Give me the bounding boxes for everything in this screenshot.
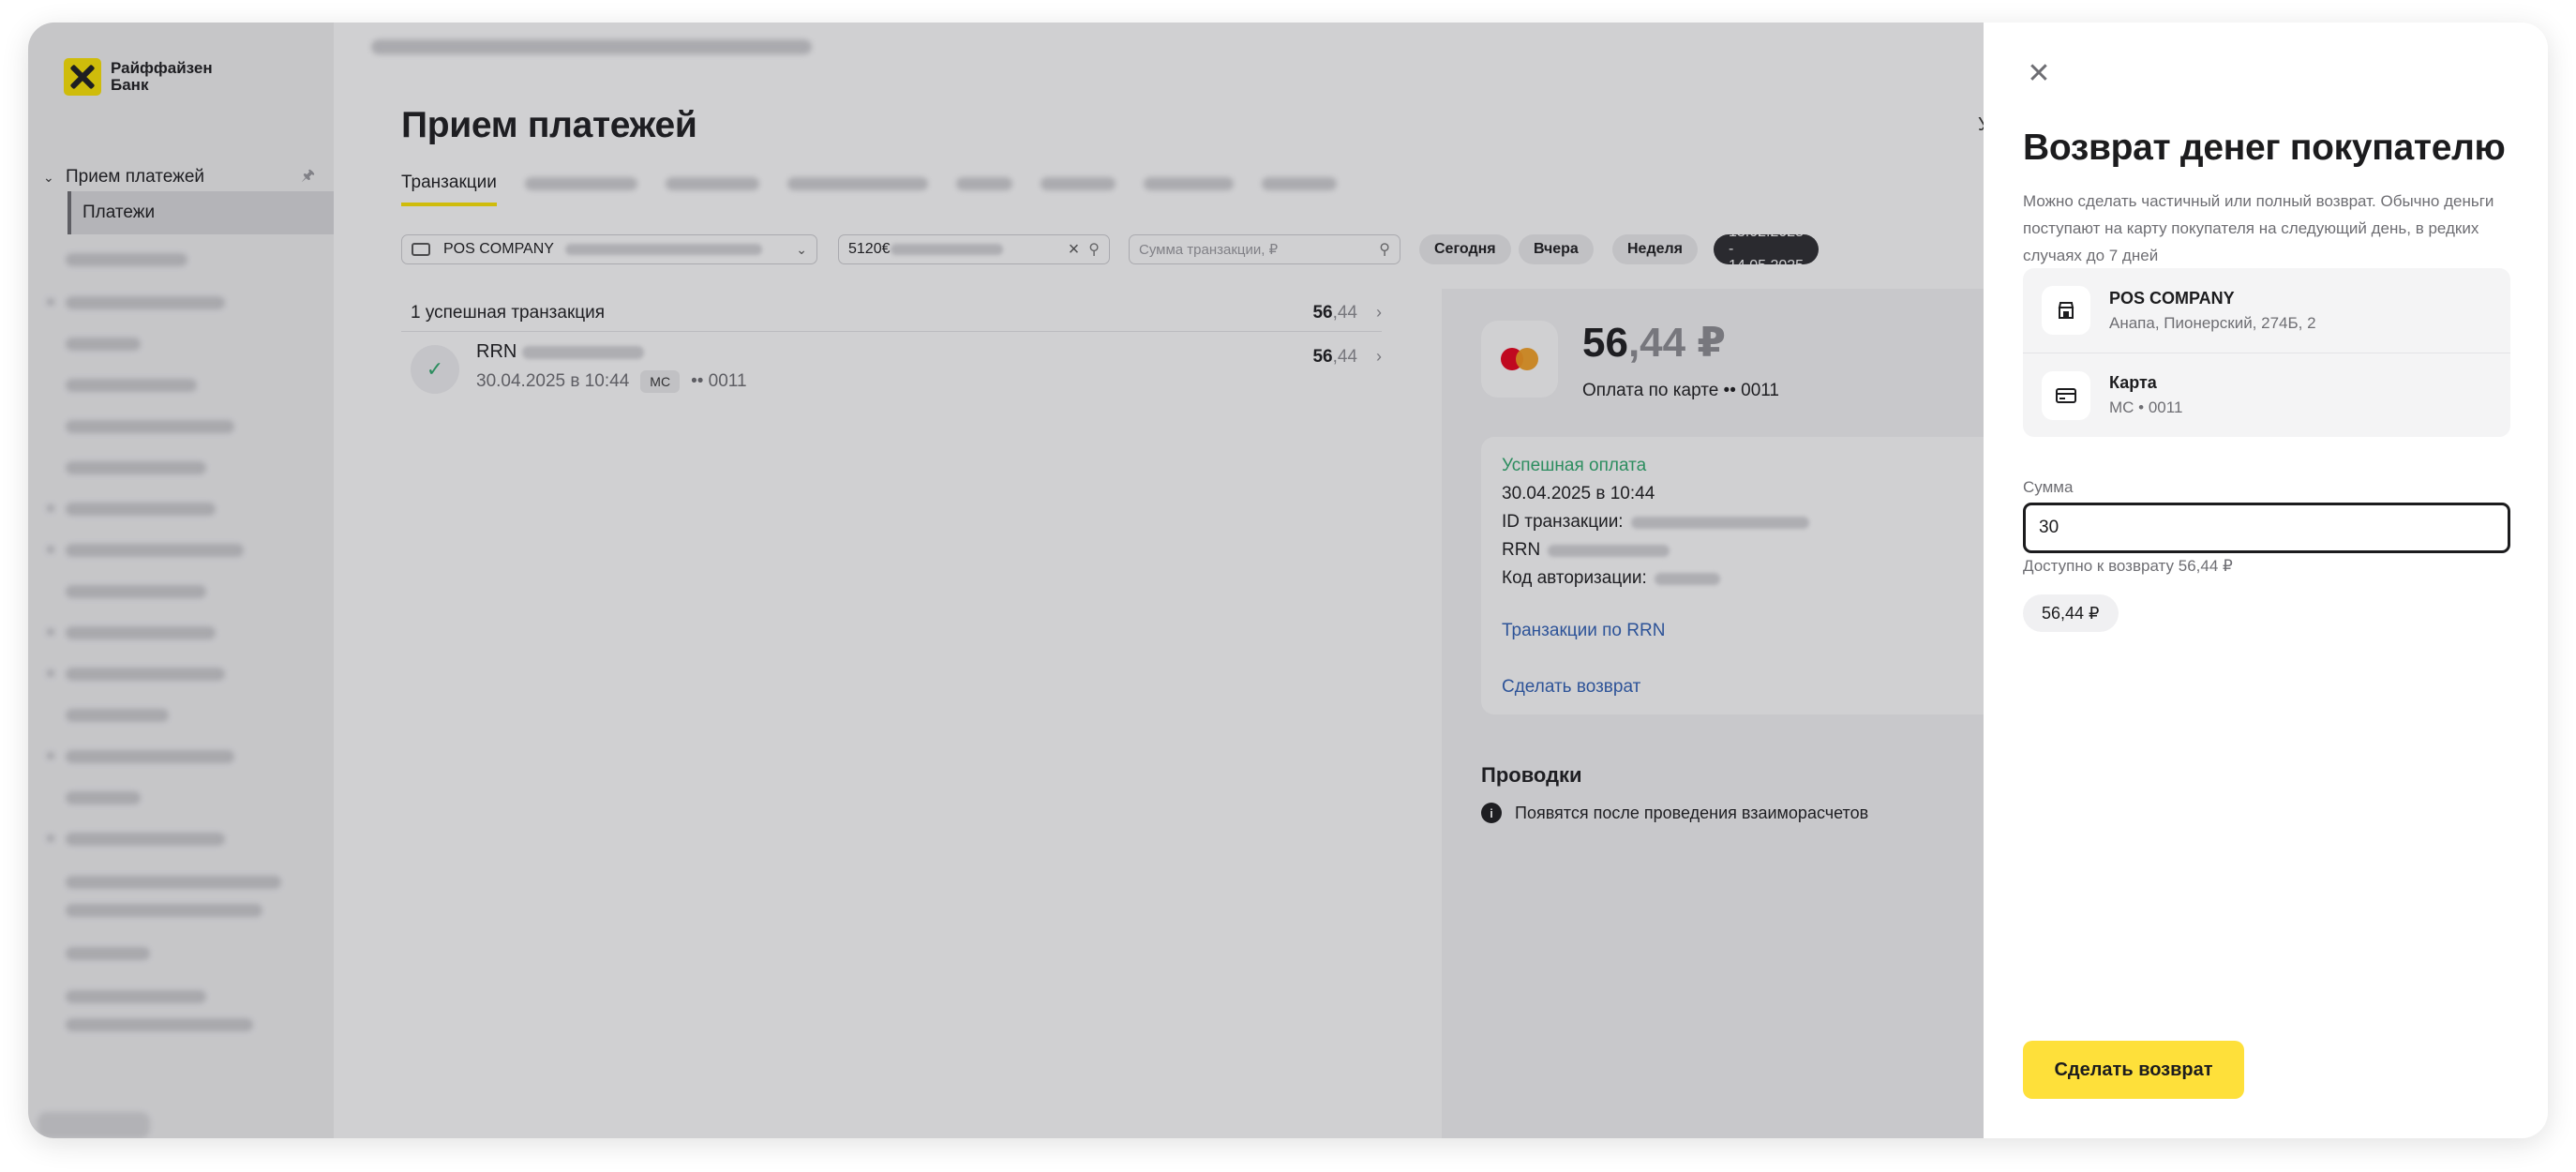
refund-amount-input[interactable] xyxy=(2023,503,2510,553)
sum-label: Сумма xyxy=(2023,478,2074,496)
card-number: MC • 0011 xyxy=(2109,398,2183,416)
available-amount: Доступно к возврату 56,44 ₽ xyxy=(2023,557,2233,575)
merchant-info: POS COMPANY Анапа, Пионерский, 274Б, 2 xyxy=(2023,268,2510,353)
card-icon xyxy=(2042,370,2090,420)
card-icon-svg xyxy=(2056,387,2076,403)
drawer-description: Можно сделать частичный или полный возвр… xyxy=(2023,192,2494,264)
modal-backdrop[interactable] xyxy=(28,23,1984,1138)
drawer-title: Возврат денег покупателю xyxy=(2023,128,2506,168)
merchant-address: Анапа, Пионерский, 274Б, 2 xyxy=(2109,313,2316,332)
refund-info-block: POS COMPANY Анапа, Пионерский, 274Б, 2 К… xyxy=(2023,268,2510,437)
full-amount-chip[interactable]: 56,44 ₽ xyxy=(2023,594,2119,632)
merchant-text: POS COMPANY Анапа, Пионерский, 274Б, 2 xyxy=(2109,289,2316,333)
store-icon-svg xyxy=(2058,302,2074,319)
app-window: Райффайзен Банк ⌄ Прием платежей 🖈 Плате… xyxy=(28,23,2548,1138)
refund-drawer: ✕ Возврат денег покупателю Можно сделать… xyxy=(1984,23,2548,1138)
card-title: Карта xyxy=(2109,373,2157,392)
submit-refund-button[interactable]: Сделать возврат xyxy=(2023,1041,2244,1099)
card-text: Карта MC • 0011 xyxy=(2109,373,2182,417)
card-info: Карта MC • 0011 xyxy=(2023,353,2510,437)
merchant-title: POS COMPANY xyxy=(2109,288,2235,308)
close-icon[interactable]: ✕ xyxy=(2025,60,2053,88)
store-icon xyxy=(2042,286,2090,335)
